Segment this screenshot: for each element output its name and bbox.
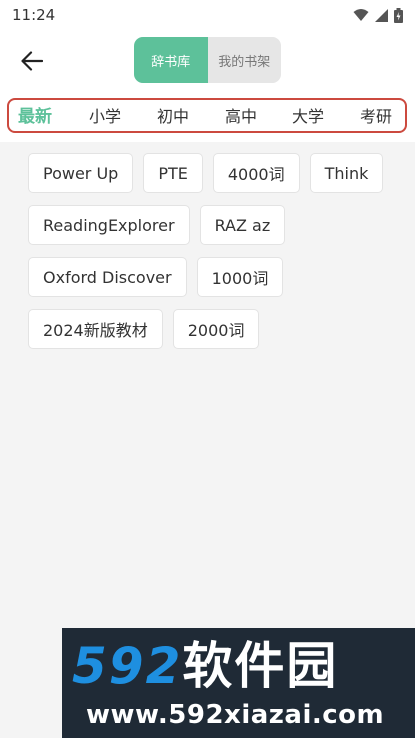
tab-my-bookshelf[interactable]: 我的书架 [207,37,281,83]
tag-row: Oxford Discover 1000词 [28,257,398,297]
category-bar: 最新 小学 初中 高中 大学 考研 [0,92,415,142]
watermark-number: 592 [72,637,183,695]
category-primary-school[interactable]: 小学 [89,106,121,128]
tag-row: 2024新版教材 2000词 [28,309,398,349]
site-watermark: 592软件园 www.592xiazai.com [62,628,415,738]
status-time: 11:24 [12,6,56,24]
tag-2000-words[interactable]: 2000词 [172,309,260,349]
category-postgraduate[interactable]: 考研 [360,106,392,128]
tag-power-up[interactable]: Power Up [28,153,134,193]
tag-2024-textbook[interactable]: 2024新版教材 [28,309,163,349]
tag-1000-words[interactable]: 1000词 [196,257,284,297]
book-tag-list: Power Up PTE 4000词 Think ReadingExplorer… [28,153,398,361]
tag-think[interactable]: Think [309,153,384,193]
tab-dictionary-library[interactable]: 辞书库 [134,37,208,83]
signal-icon [375,8,388,22]
library-shelf-toggle: 辞书库 我的书架 [134,37,281,83]
category-senior-high[interactable]: 高中 [225,106,257,128]
category-junior-high[interactable]: 初中 [157,106,189,128]
status-bar: 11:24 [0,0,415,30]
category-highlight-box [7,98,407,133]
back-button[interactable] [14,44,50,78]
tag-row: Power Up PTE 4000词 Think [28,153,398,193]
watermark-brand-text: 软件园 [182,637,339,695]
watermark-url: www.592xiazai.com [86,700,385,730]
app-bar: 辞书库 我的书架 [0,30,415,92]
status-icons [353,7,403,23]
arrow-left-icon [21,51,43,71]
category-latest[interactable]: 最新 [18,106,52,128]
tag-pte[interactable]: PTE [143,153,203,193]
battery-icon [394,7,403,23]
tag-oxford-discover[interactable]: Oxford Discover [28,257,187,297]
tag-raz-az[interactable]: RAZ az [199,205,286,245]
tag-reading-explorer[interactable]: ReadingExplorer [28,205,190,245]
tag-4000-words[interactable]: 4000词 [212,153,300,193]
tag-row: ReadingExplorer RAZ az [28,205,398,245]
category-university[interactable]: 大学 [292,106,324,128]
watermark-logo: 592软件园 [72,636,338,696]
wifi-icon [353,9,369,21]
